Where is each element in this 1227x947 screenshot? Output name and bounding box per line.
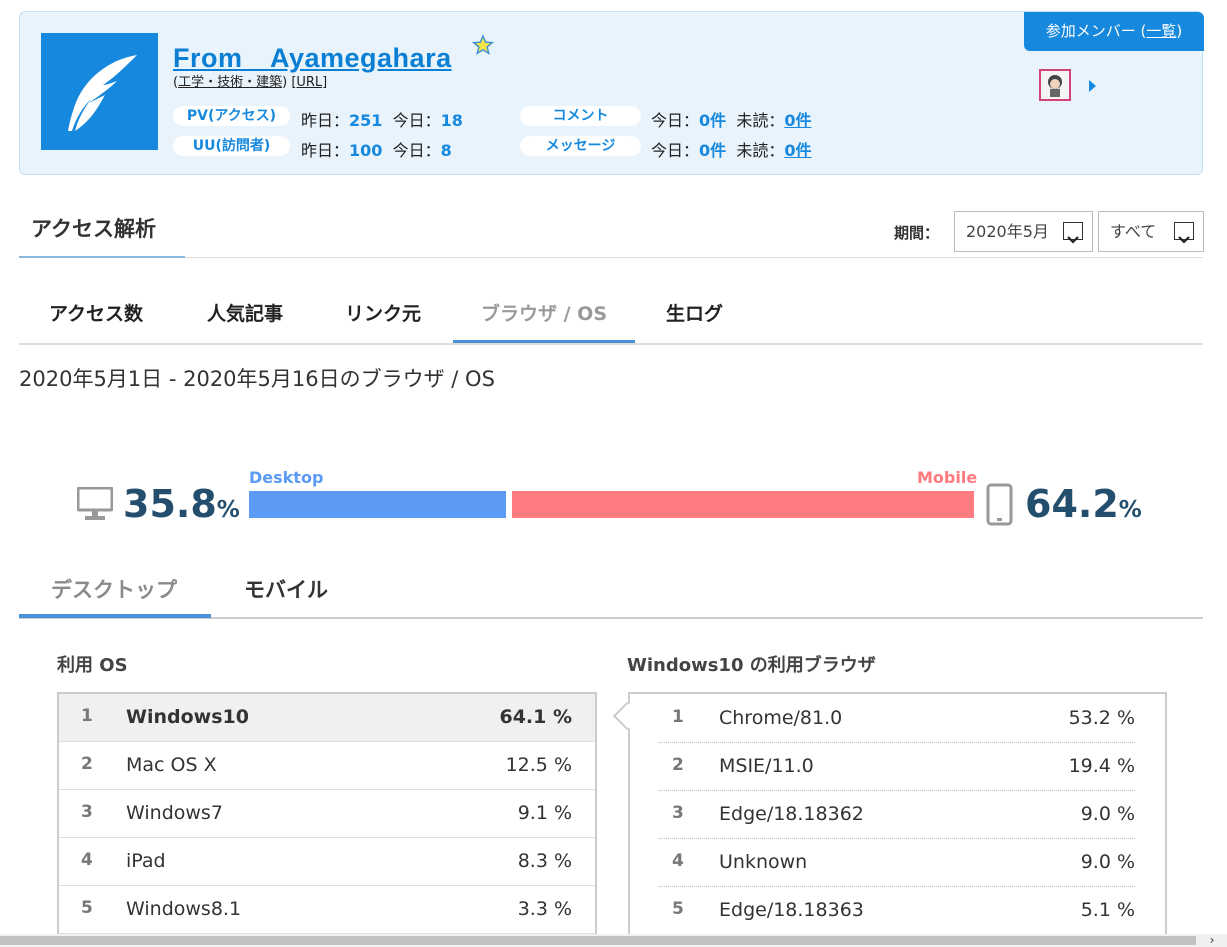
star-icon[interactable] — [472, 34, 494, 56]
table-row[interactable]: 4 iPad 8.3 % — [59, 838, 595, 886]
message-unread-link[interactable]: 0件 — [784, 141, 811, 160]
active-device-tab-indicator — [19, 614, 211, 618]
tab-access-count[interactable]: アクセス数 — [49, 299, 143, 326]
uu-stats: 昨日：100 今日：8 — [301, 141, 452, 160]
message-label: メッセージ — [520, 136, 641, 156]
quill-logo-icon[interactable] — [41, 33, 158, 150]
tab-popular-articles[interactable]: 人気記事 — [207, 299, 283, 326]
member-avatar[interactable] — [1039, 69, 1071, 101]
horizontal-scrollbar[interactable]: › — [0, 934, 1227, 947]
tab-raw-log[interactable]: 生ログ — [666, 299, 723, 326]
title-underline — [19, 256, 185, 258]
table-row: 4 Unknown 9.0 % — [659, 839, 1135, 887]
comment-unread-link[interactable]: 0件 — [784, 111, 811, 130]
table-row[interactable]: 5 Windows8.1 3.3 % — [59, 886, 595, 934]
browser-table-heading: Windows10 の利用ブラウザ — [627, 655, 876, 676]
uu-yesterday: 100 — [349, 141, 383, 160]
mobile-phone-icon — [986, 483, 1013, 526]
blog-title-link[interactable]: From Ayamegahara — [173, 36, 452, 75]
pv-today: 18 — [440, 111, 463, 130]
mobile-percentage: 64.2% — [1025, 482, 1142, 526]
tab-desktop[interactable]: デスクトップ — [51, 574, 177, 604]
mobile-share-bar — [512, 491, 974, 518]
uu-today: 8 — [440, 141, 452, 160]
blog-header-card: From Ayamegahara (工学・技術・建築) [URL] PV(アクセ… — [19, 11, 1204, 175]
category-link[interactable]: 工学・技術・建築 — [178, 75, 282, 90]
pv-yesterday: 251 — [349, 111, 383, 130]
tab-referrers[interactable]: リンク元 — [345, 299, 421, 326]
table-row[interactable]: 2 Mac OS X 12.5 % — [59, 742, 595, 790]
category-line: (工学・技術・建築) [URL] — [173, 75, 328, 90]
scroll-right-icon[interactable]: › — [1197, 934, 1227, 947]
member-list-link: 一覧 — [1146, 22, 1177, 40]
url-link[interactable]: [URL] — [291, 75, 327, 90]
period-select[interactable]: 2020年5月 — [954, 211, 1093, 252]
tab-browser-os[interactable]: ブラウザ / OS — [481, 299, 607, 326]
desktop-percentage: 35.8% — [123, 482, 240, 526]
os-table: 1 Windows10 64.1 % 2 Mac OS X 12.5 % 3 Window… — [57, 692, 597, 947]
os-table-heading: 利用 OS — [57, 655, 128, 676]
desktop-share-bar — [249, 491, 506, 518]
browser-table: 1 Chrome/81.0 53.2 % 2 MSIE/11.0 19.4 % 3 Edg… — [628, 692, 1167, 947]
message-stats: 今日：0件 未読：0件 — [651, 141, 812, 160]
tab-mobile[interactable]: モバイル — [244, 574, 328, 604]
member-list-button[interactable]: 参加メンバー (一覧) — [1024, 12, 1204, 51]
comment-label: コメント — [520, 106, 641, 126]
table-row[interactable]: 3 Windows7 9.1 % — [59, 790, 595, 838]
scrollbar-thumb[interactable] — [0, 936, 1196, 945]
desktop-bar-label: Desktop — [249, 468, 324, 487]
chevron-down-icon — [1063, 222, 1083, 244]
member-next-arrow-icon[interactable] — [1089, 80, 1096, 92]
comment-stats: 今日：0件 未読：0件 — [651, 111, 812, 130]
active-tab-indicator — [453, 340, 635, 343]
tabs-divider — [19, 343, 1203, 345]
filter-select[interactable]: すべて — [1098, 211, 1204, 252]
message-today: 0件 — [699, 141, 727, 160]
table-row: 5 Edge/18.18363 5.1 % — [659, 887, 1135, 935]
table-row: 2 MSIE/11.0 19.4 % — [659, 743, 1135, 791]
page-title: アクセス解析 — [31, 217, 156, 241]
uu-label: UU(訪問者) — [173, 136, 290, 156]
pv-stats: 昨日：251 今日：18 — [301, 111, 463, 130]
desktop-monitor-icon — [77, 487, 113, 520]
table-row[interactable]: 1 Windows10 64.1 % — [59, 694, 595, 742]
pv-label: PV(アクセス) — [173, 106, 290, 126]
period-label: 期間： — [894, 224, 940, 242]
table-row: 3 Edge/18.18362 9.0 % — [659, 791, 1135, 839]
range-title: 2020年5月1日 - 2020年5月16日のブラウザ / OS — [19, 367, 495, 391]
table-row: 1 Chrome/81.0 53.2 % — [659, 695, 1135, 743]
mobile-bar-label: Mobile — [917, 468, 978, 487]
chevron-down-icon — [1174, 222, 1194, 244]
divider — [19, 257, 1203, 258]
comment-today: 0件 — [699, 111, 727, 130]
